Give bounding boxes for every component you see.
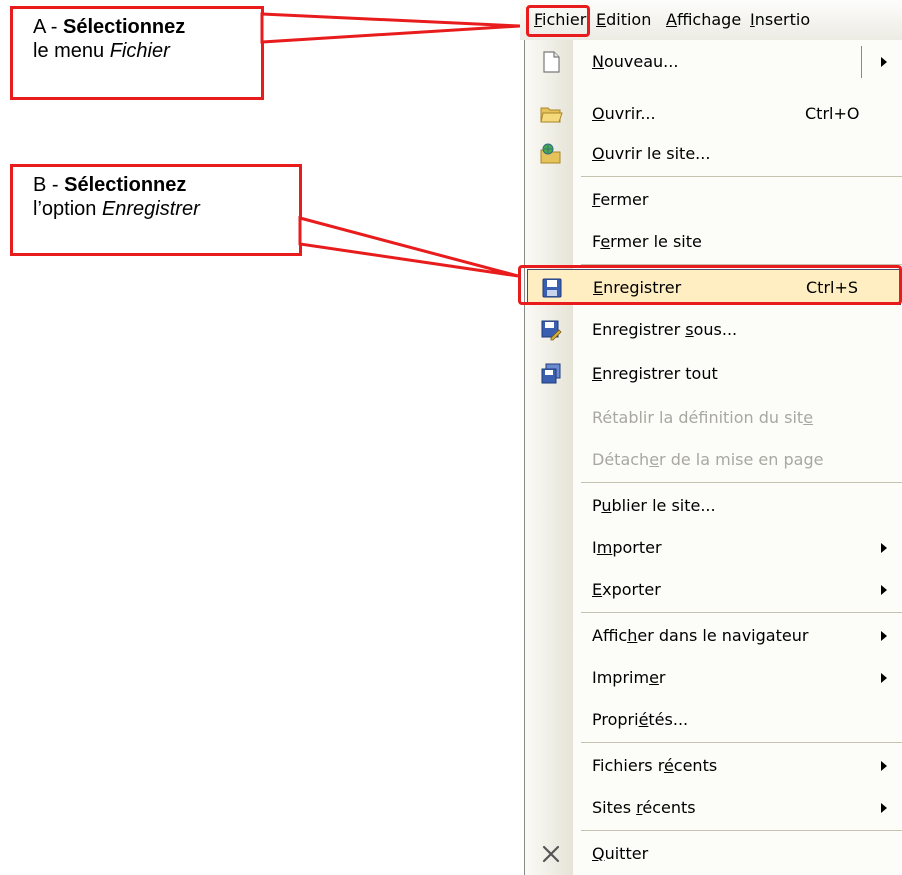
menu-item-nouveau-label: Nouveau... [592, 52, 679, 71]
enregistrer-highlight-box [518, 265, 902, 305]
menu-item-exporter-label: Exporter [592, 580, 661, 599]
callout-a-bold: Sélectionnez [63, 16, 186, 38]
callout-a-prefix: A - [33, 16, 64, 38]
submenu-arrow-icon [881, 631, 887, 641]
menu-item-fichiers-recents-label: Fichiers récents [592, 756, 718, 775]
menu-item-ouvrir-site-label: Ouvrir le site... [592, 144, 711, 163]
callout-a-line2-prefix: le menu [33, 40, 110, 62]
menu-item-proprietes-label: Propriétés... [592, 710, 689, 729]
submenu-arrow-icon[interactable] [881, 57, 887, 67]
menu-item-ouvrir-label: Ouvrir... [592, 104, 656, 123]
menu-item-fermer[interactable]: Fermer [525, 182, 902, 218]
submenu-arrow-icon [881, 803, 887, 813]
menu-separator [581, 176, 902, 177]
menu-item-fermer-site-label: Fermer le site [592, 232, 702, 251]
menu-item-fermer-site[interactable]: Fermer le site [525, 224, 902, 260]
callout-b-line2-italic: Enregistrer [101, 198, 200, 220]
menu-item-quitter[interactable]: Quitter [525, 836, 902, 872]
submenu-arrow-icon [881, 543, 887, 553]
menu-separator [581, 742, 902, 743]
callout-b-bold: Sélectionnez [64, 174, 187, 196]
callout-a-line2-italic: Fichier [109, 40, 170, 62]
close-x-icon [542, 845, 560, 863]
menu-item-detacher-label: Détacher de la mise en page [592, 450, 824, 469]
menu-affichage-label: ffichage [676, 10, 742, 29]
menu-separator [581, 482, 902, 483]
submenu-arrow-icon [881, 761, 887, 771]
menu-item-ouvrir[interactable]: Ouvrir... Ctrl+O [525, 96, 902, 132]
menu-item-enregistrer-sous-label: Enregistrer sous... [592, 320, 738, 339]
menu-insertion-label: nsertio [754, 10, 811, 29]
menu-insertion[interactable]: Insertio [750, 10, 810, 29]
callout-a: A - Sélectionnez le menu Fichier [10, 6, 264, 100]
menu-item-sites-recents[interactable]: Sites récents [525, 790, 902, 826]
menu-affichage[interactable]: Affichage [666, 10, 741, 29]
menu-item-enregistrer-tout[interactable]: Enregistrer tout [525, 356, 902, 392]
callout-b-prefix: B - [33, 174, 65, 196]
menu-item-imprimer-label: Imprimer [592, 668, 666, 687]
menu-item-retablir-label: Rétablir la définition du site [592, 408, 814, 427]
save-all-icon [541, 363, 561, 384]
menu-item-publier-label: Publier le site... [592, 496, 716, 515]
menu-edition[interactable]: Edition [596, 10, 651, 29]
open-folder-icon [540, 107, 563, 123]
menu-item-proprietes[interactable]: Propriétés... [525, 702, 902, 738]
callout-b-line2-prefix: l’option [33, 198, 102, 220]
menu-item-exporter[interactable]: Exporter [525, 572, 902, 608]
split-separator [861, 46, 862, 78]
callout-a-line2: le menu Fichier [33, 39, 261, 63]
menu-item-importer-label: Importer [592, 538, 662, 557]
menu-item-sites-recents-label: Sites récents [592, 798, 696, 817]
menu-edition-accel: E [596, 10, 607, 29]
menu-item-fermer-label: Fermer [592, 190, 649, 209]
new-document-icon [543, 51, 560, 73]
callout-a-line1: A - Sélectionnez [33, 15, 261, 39]
menu-affichage-accel: A [666, 10, 677, 29]
menu-item-importer[interactable]: Importer [525, 530, 902, 566]
menu-item-publier[interactable]: Publier le site... [525, 488, 902, 524]
callout-b-line2: l’option Enregistrer [33, 197, 299, 221]
menu-bar: Fichier Edition Affichage Insertio [520, 0, 902, 40]
menu-item-nouveau[interactable]: Nouveau... [525, 44, 902, 80]
menu-item-retablir: Rétablir la définition du site [525, 400, 902, 436]
menu-separator [581, 612, 902, 613]
save-as-icon [541, 320, 562, 341]
open-site-icon [540, 143, 561, 164]
callout-b-line1: B - Sélectionnez [33, 173, 299, 197]
menu-item-quitter-label: Quitter [592, 844, 649, 863]
menu-item-enregistrer-sous[interactable]: Enregistrer sous... [525, 312, 902, 348]
menu-item-ouvrir-site[interactable]: Ouvrir le site... [525, 136, 902, 172]
menu-item-detacher: Détacher de la mise en page [525, 442, 902, 478]
submenu-arrow-icon [881, 673, 887, 683]
pointer-b [298, 216, 519, 278]
menu-item-afficher-navigateur-label: Afficher dans le navigateur [592, 626, 809, 645]
callout-b: B - Sélectionnez l’option Enregistrer [10, 164, 302, 256]
menu-separator [581, 830, 902, 831]
submenu-arrow-icon [881, 585, 887, 595]
menu-item-fichiers-recents[interactable]: Fichiers récents [525, 748, 902, 784]
shortcut-ouvrir: Ctrl+O [805, 104, 860, 123]
pointer-a [260, 12, 521, 44]
fichier-highlight-box [526, 5, 590, 37]
menu-item-imprimer[interactable]: Imprimer [525, 660, 902, 696]
menu-item-enregistrer-tout-label: Enregistrer tout [592, 364, 718, 383]
menu-item-afficher-navigateur[interactable]: Afficher dans le navigateur [525, 618, 902, 654]
fichier-dropdown: Nouveau... Ouvrir... Ctrl+O Ouvrir le si… [524, 40, 902, 875]
menu-edition-label: dition [606, 10, 652, 29]
